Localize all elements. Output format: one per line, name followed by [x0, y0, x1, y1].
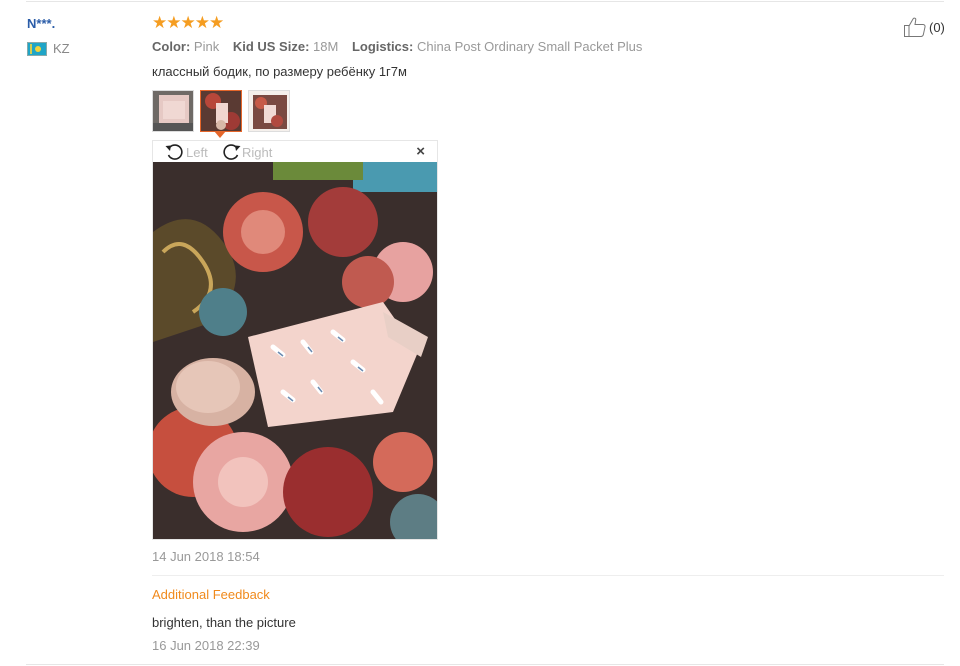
close-viewer-button[interactable]: × [416, 144, 425, 159]
star-icon: ★ [152, 13, 167, 32]
rotate-right-icon [223, 144, 241, 160]
attr-color: Color: Pink [152, 39, 220, 54]
photo-thumbnail[interactable] [152, 90, 194, 132]
selected-thumbnail-indicator [214, 131, 226, 138]
star-icon: ★ [209, 13, 224, 32]
rotate-left-icon [165, 144, 183, 160]
reviewer-country: KZ [27, 41, 70, 56]
additional-feedback-text: brighten, than the picture [152, 615, 296, 630]
rotate-left-button[interactable]: Left [164, 142, 208, 162]
attr-logistics: Logistics: China Post Ordinary Small Pac… [351, 39, 643, 54]
star-icon: ★ [166, 13, 181, 32]
additional-feedback-title: Additional Feedback [152, 587, 270, 602]
star-rating: ★ ★ ★ ★ ★ [152, 13, 224, 32]
helpful-count: (0) [929, 19, 945, 35]
photo-thumbnail[interactable] [248, 90, 290, 132]
rotate-right-button[interactable]: Right [220, 142, 272, 162]
photo-thumbnail-selected[interactable] [200, 90, 242, 132]
additional-feedback-date: 16 Jun 2018 22:39 [152, 638, 260, 653]
helpful-button[interactable]: (0) [903, 16, 945, 38]
top-divider [26, 1, 944, 2]
review-date: 14 Jun 2018 18:54 [152, 549, 260, 564]
viewer-toolbar: Left Right × [153, 141, 437, 162]
star-icon: ★ [194, 13, 210, 32]
star-icon: ★ [180, 13, 196, 32]
order-attributes: Color: Pink Kid US Size: 18M Logistics: … [152, 39, 652, 54]
flag-kz-icon [27, 41, 47, 56]
thumbs-up-icon[interactable] [903, 16, 927, 38]
review-photo-thumbnails [152, 90, 296, 132]
review-photo-large [153, 162, 437, 539]
feedback-divider [152, 575, 944, 576]
bottom-divider [26, 664, 944, 665]
reviewer-name[interactable]: N***. [27, 16, 55, 31]
photo-viewer: Left Right × [152, 140, 438, 540]
review-text: классный бодик, по размеру ребёнку 1г7м [152, 64, 407, 79]
country-code: KZ [53, 41, 70, 56]
attr-size: Kid US Size: 18M [232, 39, 339, 54]
